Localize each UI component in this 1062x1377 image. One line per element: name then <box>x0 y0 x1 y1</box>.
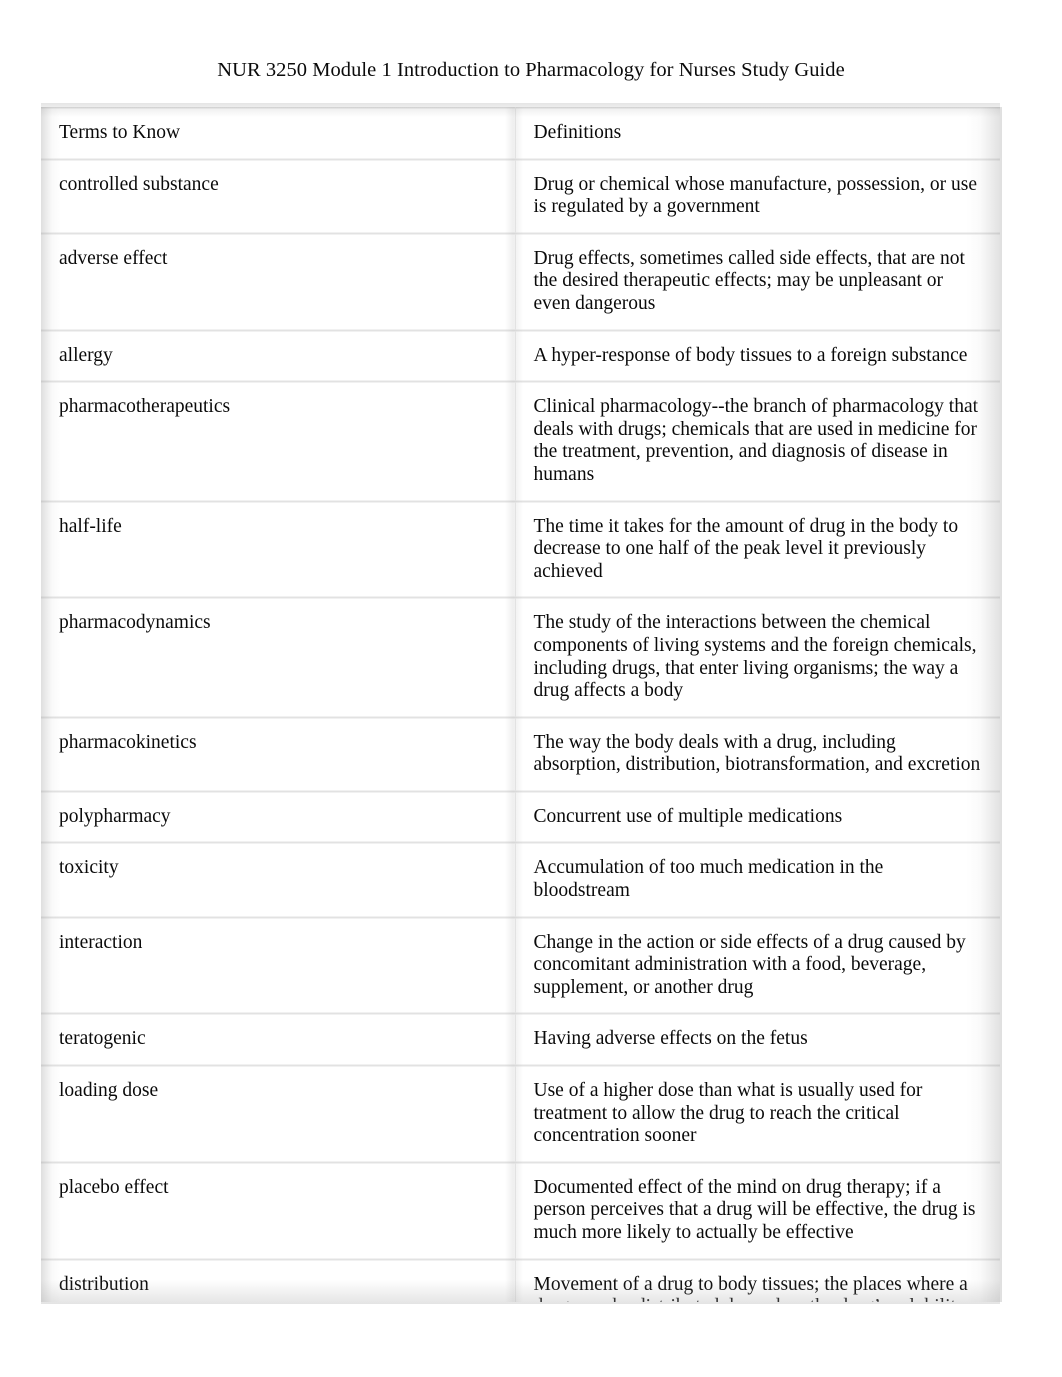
definition-cell: The way the body deals with a drug, incl… <box>515 716 1000 792</box>
term-text: controlled substance <box>59 173 219 195</box>
term-text: half-life <box>59 515 122 537</box>
definition-cell: Clinical pharmacology--the branch of pha… <box>515 381 1000 502</box>
definition-text: Having adverse effects on the fetus <box>533 1028 808 1050</box>
table-row: placebo effect Documented effect of the m… <box>41 1161 1000 1260</box>
definition-text: Documented effect of the mind on drug th… <box>533 1176 976 1243</box>
definition-cell: Use of a higher dose than what is usuall… <box>515 1065 1000 1163</box>
table-row: distribution Movement of a drug to body t… <box>41 1258 1000 1302</box>
term-cell: polypharmacy <box>41 790 516 844</box>
definition-text: A hyper-response of body tissues to a fo… <box>533 344 968 366</box>
table-row: interaction Change in the action or side … <box>41 916 1000 1015</box>
definition-cell: Accumulation of too much medication in t… <box>515 842 1000 918</box>
term-cell: allergy <box>41 329 516 383</box>
term-text: loading dose <box>59 1080 159 1102</box>
term-text: pharmacodynamics <box>59 612 211 634</box>
table-header-row: Terms to Know Definitions <box>41 107 1000 160</box>
term-text: pharmacokinetics <box>59 731 197 753</box>
table-row: toxicity Accumulation of too much medicat… <box>41 842 1000 918</box>
term-text: pharmacotherapeutics <box>59 396 231 418</box>
table-row: teratogenic Having adverse effects on the… <box>41 1013 1000 1067</box>
definition-cell: Movement of a drug to body tissues; the … <box>515 1258 1000 1302</box>
table-body: controlled substance Drug or chemical who… <box>41 158 1000 1302</box>
table-row: controlled substance Drug or chemical who… <box>41 158 1000 234</box>
definition-cell: Change in the action or side effects of … <box>515 916 1000 1015</box>
definition-text: Use of a higher dose than what is usuall… <box>533 1080 923 1147</box>
definition-cell: The study of the interactions between th… <box>515 597 1000 718</box>
definition-cell: Drug effects, sometimes called side effe… <box>515 232 1000 331</box>
term-cell: placebo effect <box>41 1161 516 1260</box>
table-row: pharmacokinetics The way the body deals w… <box>41 716 1000 792</box>
term-cell: pharmacodynamics <box>41 597 516 718</box>
definition-cell: A hyper-response of body tissues to a fo… <box>515 329 1000 383</box>
term-text: teratogenic <box>59 1028 146 1050</box>
table-row: pharmacotherapeutics Clinical pharmacolog… <box>41 381 1000 502</box>
term-cell: half-life <box>41 500 516 599</box>
term-text: distribution <box>59 1273 149 1295</box>
table-row: pharmacodynamics The study of the interac… <box>41 597 1000 718</box>
term-cell: pharmacokinetics <box>41 716 516 792</box>
table-row: loading dose Use of a higher dose than wh… <box>41 1065 1000 1163</box>
terms-definitions-table-wrapper: Terms to Know Definitions controlled sub… <box>41 107 1000 1302</box>
term-text: toxicity <box>59 857 119 879</box>
term-cell: interaction <box>41 916 516 1015</box>
table-row: half-life The time it takes for the amoun… <box>41 500 1000 599</box>
definition-text: Accumulation of too much medication in t… <box>533 857 884 902</box>
definition-text: Movement of a drug to body tissues; the … <box>533 1273 970 1302</box>
definition-text: Drug effects, sometimes called side effe… <box>533 247 965 314</box>
terms-definitions-table: Terms to Know Definitions controlled sub… <box>41 107 1000 1302</box>
column-header-terms: Terms to Know <box>41 107 516 160</box>
term-cell: toxicity <box>41 842 516 918</box>
term-text: adverse effect <box>59 247 168 269</box>
definition-cell: Concurrent use of multiple medications <box>515 790 1000 844</box>
page-title: NUR 3250 Module 1 Introduction to Pharma… <box>217 59 845 81</box>
definition-cell: Having adverse effects on the fetus <box>515 1013 1000 1067</box>
table-row: allergy A hyper-response of body tissues … <box>41 329 1000 383</box>
table-row: polypharmacy Concurrent use of multiple m… <box>41 790 1000 844</box>
term-text: polypharmacy <box>59 805 171 827</box>
column-header-definitions-label: Definitions <box>533 122 622 143</box>
definition-text: Change in the action or side effects of … <box>533 931 966 998</box>
term-text: interaction <box>59 931 143 953</box>
definition-cell: Drug or chemical whose manufacture, poss… <box>515 158 1000 234</box>
term-cell: adverse effect <box>41 232 516 331</box>
definition-text: Clinical pharmacology--the branch of pha… <box>533 396 979 485</box>
term-cell: pharmacotherapeutics <box>41 381 516 502</box>
definition-text: Drug or chemical whose manufacture, poss… <box>533 173 978 218</box>
column-header-terms-label: Terms to Know <box>59 122 181 143</box>
definition-text: The time it takes for the amount of drug… <box>533 515 959 582</box>
table-header: Terms to Know Definitions <box>41 107 1000 160</box>
term-text: placebo effect <box>59 1176 169 1198</box>
term-cell: controlled substance <box>41 158 516 234</box>
definition-text: The way the body deals with a drug, incl… <box>533 731 981 776</box>
definition-cell: The time it takes for the amount of drug… <box>515 500 1000 599</box>
table-row: adverse effect Drug effects, sometimes ca… <box>41 232 1000 331</box>
term-cell: distribution <box>41 1258 516 1302</box>
document-page: NUR 3250 Module 1 Introduction to Pharma… <box>0 0 1062 1377</box>
term-cell: teratogenic <box>41 1013 516 1067</box>
definition-cell: Documented effect of the mind on drug th… <box>515 1161 1000 1260</box>
column-header-definitions: Definitions <box>515 107 1000 160</box>
definition-text: The study of the interactions between th… <box>533 612 977 702</box>
definition-text: Concurrent use of multiple medications <box>533 805 843 827</box>
term-cell: loading dose <box>41 1065 516 1163</box>
term-text: allergy <box>59 344 113 366</box>
